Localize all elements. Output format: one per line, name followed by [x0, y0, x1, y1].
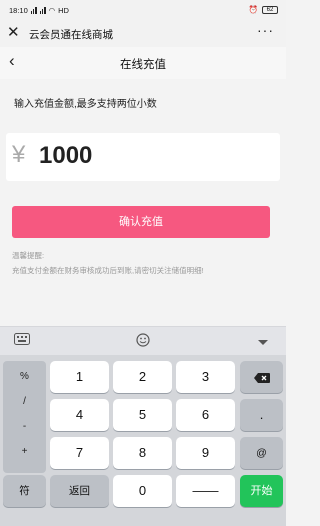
app-title: 云会员通在线商城 [29, 29, 113, 41]
symbols-key[interactable]: 符 [3, 475, 46, 507]
key-9[interactable]: 9 [176, 437, 235, 469]
key-5[interactable]: 5 [113, 399, 172, 431]
key-4[interactable]: 4 [50, 399, 109, 431]
keyboard-toolbar [0, 326, 286, 355]
key-at[interactable]: @ [240, 437, 283, 469]
battery-icon: 62 [262, 5, 278, 14]
key-1[interactable]: 1 [50, 361, 109, 393]
space-key[interactable]: —— [176, 475, 235, 507]
more-icon[interactable]: ··· [257, 22, 274, 38]
nav-bar: 在线充值 ‹ [0, 47, 286, 79]
delete-key[interactable] [240, 361, 283, 393]
status-right: ⏰ 62 [249, 5, 278, 14]
close-icon[interactable]: ✕ [7, 23, 20, 43]
symbol-plus[interactable]: + [3, 446, 46, 457]
key-6[interactable]: 6 [176, 399, 235, 431]
confirm-recharge-button[interactable]: 确认充值 [12, 206, 270, 238]
keyboard-icon[interactable] [14, 333, 30, 348]
key-8[interactable]: 8 [113, 437, 172, 469]
back-icon[interactable]: ‹ [9, 51, 15, 71]
emoji-icon[interactable] [136, 333, 150, 350]
go-key[interactable]: 开始 [240, 475, 283, 507]
alarm-icon: ⏰ [248, 5, 258, 14]
symbol-column[interactable]: % / - + [3, 361, 46, 473]
app-bar: ✕ 云会员通在线商城 ··· [0, 20, 286, 47]
battery-level: 62 [266, 6, 274, 13]
amount-hint: 输入充值金额,最多支持两位小数 [14, 99, 157, 110]
key-0[interactable]: 0 [113, 475, 172, 507]
symbol-minus[interactable]: - [3, 421, 46, 432]
status-time: 18:10 [9, 6, 28, 15]
key-7[interactable]: 7 [50, 437, 109, 469]
tips-text: 充值支付金额在财务审核成功后到账,请密切关注储值明细! [12, 266, 204, 275]
signal-icon [30, 7, 37, 14]
symbol-percent[interactable]: % [3, 371, 46, 382]
wifi-icon: ◠ [48, 6, 56, 15]
back-key[interactable]: 返回 [50, 475, 109, 507]
amount-input[interactable]: ¥ 1000 [6, 133, 280, 181]
status-left: 18:10 ◠ HD [9, 6, 69, 15]
signal-icon-2 [39, 7, 46, 14]
currency-symbol: ¥ [12, 141, 26, 168]
key-3[interactable]: 3 [176, 361, 235, 393]
backspace-icon [253, 372, 270, 383]
key-dot[interactable]: . [240, 399, 283, 431]
numeric-keyboard: % / - + 1 2 3 4 5 6 . 7 8 9 @ 符 返回 0 —— … [0, 355, 286, 526]
network-type: HD [58, 6, 69, 15]
symbol-slash[interactable]: / [3, 396, 46, 407]
collapse-keyboard-icon[interactable] [257, 336, 269, 350]
key-2[interactable]: 2 [113, 361, 172, 393]
amount-value: 1000 [39, 142, 93, 169]
tips-label: 温馨提醒: [12, 251, 45, 260]
status-bar: 18:10 ◠ HD ⏰ 62 [0, 0, 286, 20]
page-title: 在线充值 [120, 59, 166, 71]
